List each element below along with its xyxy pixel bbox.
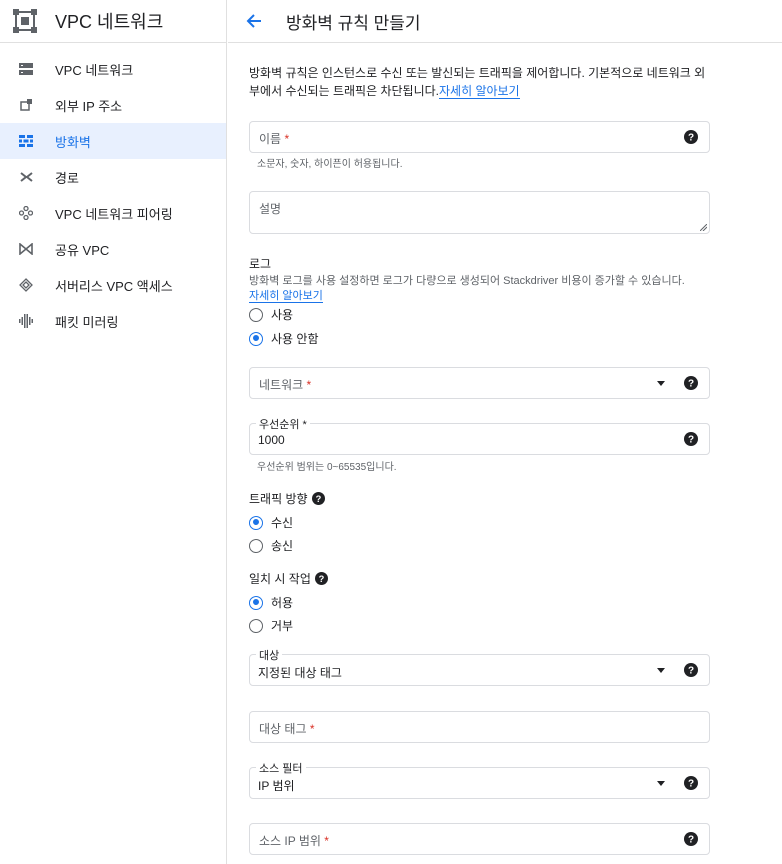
logs-on-radio[interactable]: 사용 <box>249 306 293 323</box>
logs-title: 로그 <box>249 257 272 271</box>
radio-circle <box>249 515 263 530</box>
sidebar-item-routes[interactable]: 경로 <box>0 159 226 195</box>
help-icon[interactable]: ? <box>311 492 325 505</box>
sidebar-item-label: 공유 VPC <box>55 242 110 258</box>
help-icon[interactable]: ? <box>684 376 698 390</box>
radio-circle <box>249 538 263 553</box>
peering-icon <box>18 205 34 221</box>
network-select[interactable]: 네트워크 * ? <box>249 367 710 399</box>
sidebar-item-vpc-network[interactable]: VPC 네트워크 <box>0 51 226 87</box>
name-field[interactable]: 이름 * ? <box>249 121 710 153</box>
svg-text:?: ? <box>688 133 694 144</box>
sidebar: VPC 네트워크 VPC 네트워크 외부 IP 주소 방화벽 경로 VPC 네트… <box>0 0 227 864</box>
svg-text:?: ? <box>688 835 694 846</box>
help-icon[interactable]: ? <box>684 832 698 846</box>
logs-learn-more-link[interactable]: 자세히 알아보기 <box>249 290 323 303</box>
external-ip-icon <box>18 97 34 113</box>
sidebar-item-packet-mirroring[interactable]: 패킷 미러링 <box>0 303 226 339</box>
sidebar-nav: VPC 네트워크 외부 IP 주소 방화벽 경로 VPC 네트워크 피어링 공유… <box>0 51 226 339</box>
source-ip-ranges-field[interactable]: 소스 IP 범위 * ? <box>249 823 710 855</box>
radio-label: 수신 <box>271 516 294 530</box>
network-placeholder: 네트워크 * <box>259 378 312 392</box>
source-ip-placeholder: 소스 IP 범위 * <box>259 834 329 848</box>
name-placeholder: 이름 * <box>259 132 290 146</box>
deny-radio[interactable]: 거부 <box>249 617 293 634</box>
targets-select[interactable]: 대상 지정된 대상 태그 ? <box>249 647 710 686</box>
svg-text:?: ? <box>688 666 694 677</box>
priority-label: 우선순위 * <box>256 416 310 432</box>
action-title: 일치 시 작업 ? <box>249 570 328 587</box>
help-icon[interactable]: ? <box>684 776 698 790</box>
source-filter-value: IP 범위 <box>258 779 295 793</box>
direction-title: 트래픽 방향 ? <box>249 490 325 507</box>
help-icon[interactable]: ? <box>684 663 698 677</box>
svg-text:?: ? <box>688 435 694 446</box>
target-tags-placeholder: 대상 태그 * <box>259 722 315 736</box>
priority-hint: 우선순위 범위는 0~65535입니다. <box>257 462 397 473</box>
packet-mirroring-icon <box>18 313 34 329</box>
target-tags-field[interactable]: 대상 태그 * <box>249 711 710 743</box>
radio-label: 허용 <box>271 596 294 610</box>
sidebar-item-label: VPC 네트워크 피어링 <box>55 206 173 222</box>
sidebar-item-peering[interactable]: VPC 네트워크 피어링 <box>0 195 226 231</box>
sidebar-item-label: 서버리스 VPC 액세스 <box>55 278 173 294</box>
serverless-icon <box>18 277 34 293</box>
ingress-radio[interactable]: 수신 <box>249 514 293 531</box>
name-hint: 소문자, 숫자, 하이픈이 허용됩니다. <box>257 159 403 170</box>
dropdown-arrow-icon <box>657 668 665 673</box>
routes-icon <box>18 169 34 185</box>
product-title: VPC 네트워크 <box>55 12 164 32</box>
description-placeholder: 설명 <box>259 202 282 216</box>
radio-circle <box>249 595 263 610</box>
targets-value: 지정된 대상 태그 <box>258 666 342 680</box>
sidebar-item-shared-vpc[interactable]: 공유 VPC <box>0 231 226 267</box>
svg-text:?: ? <box>688 379 694 390</box>
logs-description: 방화벽 로그를 사용 설정하면 로그가 다량으로 생성되어 Stackdrive… <box>249 275 685 303</box>
dropdown-arrow-icon <box>657 381 665 386</box>
sidebar-header: VPC 네트워크 <box>0 0 226 43</box>
radio-label: 송신 <box>271 539 294 553</box>
form-fields: 이름 * ? 소문자, 숫자, 하이픈이 허용됩니다. 설명 로그 방화벽 로그… <box>249 0 711 864</box>
radio-label: 사용 안함 <box>271 332 319 346</box>
radio-circle <box>249 307 263 322</box>
sidebar-item-firewall[interactable]: 방화벽 <box>0 123 226 159</box>
source-filter-select[interactable]: 소스 필터 IP 범위 ? <box>249 760 710 799</box>
help-icon[interactable]: ? <box>684 130 698 144</box>
vpc-product-icon <box>13 9 37 33</box>
description-field[interactable]: 설명 <box>249 191 710 234</box>
sidebar-item-label: 패킷 미러링 <box>55 314 119 330</box>
sidebar-item-label: VPC 네트워크 <box>55 62 134 78</box>
shared-vpc-icon <box>18 241 34 257</box>
sidebar-item-label: 방화벽 <box>55 134 91 150</box>
egress-radio[interactable]: 송신 <box>249 537 293 554</box>
source-filter-label: 소스 필터 <box>256 760 306 776</box>
help-icon[interactable]: ? <box>684 432 698 446</box>
svg-text:?: ? <box>319 574 325 584</box>
radio-label: 거부 <box>271 619 294 633</box>
dropdown-arrow-icon <box>657 781 665 786</box>
svg-text:?: ? <box>688 779 694 790</box>
logs-off-radio[interactable]: 사용 안함 <box>249 330 319 347</box>
firewall-icon <box>18 133 34 149</box>
radio-circle <box>249 618 263 633</box>
vpc-network-icon <box>18 61 34 77</box>
resize-handle-icon[interactable] <box>700 224 707 231</box>
priority-value: 1000 <box>258 433 285 447</box>
sidebar-item-external-ip[interactable]: 외부 IP 주소 <box>0 87 226 123</box>
sidebar-item-label: 외부 IP 주소 <box>55 98 123 114</box>
sidebar-item-serverless-vpc[interactable]: 서버리스 VPC 액세스 <box>0 267 226 303</box>
targets-label: 대상 <box>256 647 283 663</box>
help-icon[interactable]: ? <box>314 572 328 585</box>
radio-circle <box>249 331 263 346</box>
radio-label: 사용 <box>271 308 294 322</box>
priority-field[interactable]: 우선순위 * 1000 ? <box>249 416 710 455</box>
allow-radio[interactable]: 허용 <box>249 594 293 611</box>
sidebar-item-label: 경로 <box>55 170 79 186</box>
svg-text:?: ? <box>315 494 321 504</box>
